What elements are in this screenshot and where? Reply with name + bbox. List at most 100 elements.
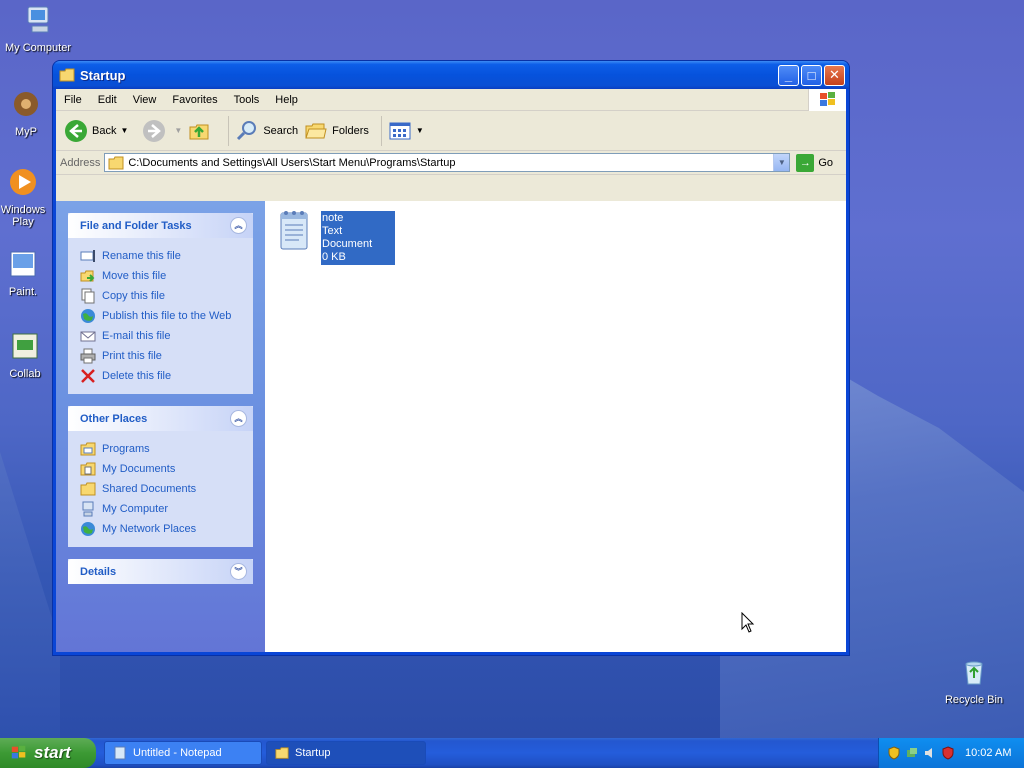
file-type: Text Document xyxy=(322,225,373,250)
details-panel: Details ︾ xyxy=(68,559,253,584)
desktop-icon-collab[interactable]: Collab xyxy=(0,330,56,380)
folder-icon xyxy=(108,156,124,169)
folders-icon xyxy=(305,123,327,138)
desktop-icon-label: Recycle Bin xyxy=(944,694,1004,706)
link-label: Programs xyxy=(102,443,150,455)
link-label: E-mail this file xyxy=(102,330,171,342)
folder-icon xyxy=(275,747,289,759)
file-item-note[interactable]: note Text Document 0 KB xyxy=(277,209,395,265)
go-label: Go xyxy=(818,156,834,169)
window-title: Startup xyxy=(80,67,126,83)
print-file-link[interactable]: Print this file xyxy=(80,346,241,366)
music-folder-icon xyxy=(14,92,38,116)
email-file-link[interactable]: E-mail this file xyxy=(80,326,241,346)
search-button[interactable]: Search xyxy=(235,119,298,143)
expand-chevron-down-icon[interactable]: ︾ xyxy=(230,563,247,580)
task-label: Startup xyxy=(295,747,331,759)
volume-icon[interactable] xyxy=(923,746,937,760)
desktop-icon-myp[interactable]: MyP xyxy=(0,88,56,138)
address-bar: Address C:\Documents and Settings\All Us… xyxy=(56,151,846,175)
desktop-icon-label: Windows Play xyxy=(0,204,46,228)
standard-toolbar: Back ▼ ▼ Search Folders ▼ xyxy=(56,111,846,151)
link-label: Copy this file xyxy=(102,290,165,302)
views-icon xyxy=(389,122,411,139)
collab-icon xyxy=(12,333,38,359)
windows-logo-icon xyxy=(808,89,846,111)
copy-file-link[interactable]: Copy this file xyxy=(80,286,241,306)
go-arrow-icon: → xyxy=(796,153,815,172)
views-button[interactable]: ▼ xyxy=(388,119,424,143)
file-list-pane[interactable]: note Text Document 0 KB xyxy=(265,201,846,652)
title-bar[interactable]: Startup _ □ ✕ xyxy=(53,61,849,89)
copy-icon xyxy=(81,288,95,304)
link-label: Shared Documents xyxy=(102,483,197,495)
alert-shield-icon[interactable] xyxy=(941,746,955,760)
shared-folder-icon xyxy=(80,482,96,496)
shared-documents-link[interactable]: Shared Documents xyxy=(80,479,241,499)
up-folder-button[interactable] xyxy=(188,119,216,143)
my-network-places-link[interactable]: My Network Places xyxy=(80,519,241,539)
back-button[interactable]: Back ▼ xyxy=(64,119,128,143)
publish-file-link[interactable]: Publish this file to the Web xyxy=(80,306,241,326)
delete-file-link[interactable]: Delete this file xyxy=(80,366,241,386)
menu-file[interactable]: File xyxy=(56,94,90,106)
desktop-icon-windows-media-player[interactable]: Windows Play xyxy=(0,166,52,228)
panel-header[interactable]: Details ︾ xyxy=(68,559,253,584)
back-label: Back xyxy=(92,124,117,137)
collapse-chevron-up-icon[interactable]: ︽ xyxy=(230,410,247,427)
window-body: File Edit View Favorites Tools Help Back… xyxy=(56,89,846,652)
taskbar-item-notepad[interactable]: Untitled - Notepad xyxy=(104,741,262,765)
collapse-chevron-up-icon[interactable]: ︽ xyxy=(230,217,247,234)
address-input[interactable]: C:\Documents and Settings\All Users\Star… xyxy=(104,153,791,172)
content-area: File and Folder Tasks ︽ Rename this file… xyxy=(56,201,846,652)
chevron-down-icon[interactable]: ▼ xyxy=(120,126,128,135)
move-file-link[interactable]: Move this file xyxy=(80,266,241,286)
up-folder-icon xyxy=(189,124,209,139)
go-button[interactable]: → Go xyxy=(796,153,834,172)
menu-tools[interactable]: Tools xyxy=(226,94,268,106)
security-shield-icon[interactable] xyxy=(887,746,901,760)
start-button[interactable]: start xyxy=(0,738,96,768)
link-label: Delete this file xyxy=(102,370,172,382)
rename-file-link[interactable]: Rename this file xyxy=(80,246,241,266)
network-icon[interactable] xyxy=(905,746,919,760)
recycle-bin-icon xyxy=(965,661,983,685)
chevron-down-icon[interactable]: ▼ xyxy=(416,126,424,135)
panel-header[interactable]: File and Folder Tasks ︽ xyxy=(68,213,253,238)
menu-edit[interactable]: Edit xyxy=(90,94,125,106)
desktop-icon-label: My Computer xyxy=(4,42,72,54)
my-documents-link[interactable]: My Documents xyxy=(80,459,241,479)
media-player-icon xyxy=(10,169,36,195)
toolbar-separator xyxy=(380,115,382,146)
menu-help[interactable]: Help xyxy=(267,94,306,106)
file-size: 0 KB xyxy=(322,251,346,263)
desktop-icon-label: MyP xyxy=(15,126,37,138)
my-computer-link[interactable]: My Computer xyxy=(80,499,241,519)
maximize-button[interactable]: □ xyxy=(801,64,822,86)
desktop-icon-paint[interactable]: Paint. xyxy=(0,248,52,298)
taskbar-item-startup[interactable]: Startup xyxy=(266,741,426,765)
desktop-icon-label: Paint. xyxy=(8,286,38,298)
link-label: Move this file xyxy=(102,270,167,282)
panel-title: Other Places xyxy=(80,412,148,425)
address-dropdown-chevron-down-icon[interactable]: ▼ xyxy=(773,154,790,171)
minimize-button[interactable]: _ xyxy=(778,64,799,86)
programs-link[interactable]: Programs xyxy=(80,439,241,459)
menu-favorites[interactable]: Favorites xyxy=(164,94,225,106)
panel-header[interactable]: Other Places ︽ xyxy=(68,406,253,431)
menu-view[interactable]: View xyxy=(125,94,165,106)
taskbar: start Untitled - Notepad Startup 10:02 A… xyxy=(0,738,1024,768)
toolbar-separator xyxy=(228,115,230,146)
link-label: Publish this file to the Web xyxy=(102,310,232,322)
desktop-icon-my-computer[interactable]: My Computer xyxy=(0,4,76,54)
panel-title: Details xyxy=(80,565,117,578)
folders-button[interactable]: Folders xyxy=(304,119,369,143)
link-label: My Network Places xyxy=(102,523,197,535)
task-pane: File and Folder Tasks ︽ Rename this file… xyxy=(56,201,265,652)
forward-button[interactable]: ▼ xyxy=(142,119,182,143)
my-documents-icon xyxy=(80,462,96,476)
desktop-icon-recycle-bin[interactable]: Recycle Bin xyxy=(936,656,1012,706)
close-button[interactable]: ✕ xyxy=(824,64,845,86)
search-label: Search xyxy=(263,124,299,137)
chevron-down-icon[interactable]: ▼ xyxy=(174,126,182,135)
